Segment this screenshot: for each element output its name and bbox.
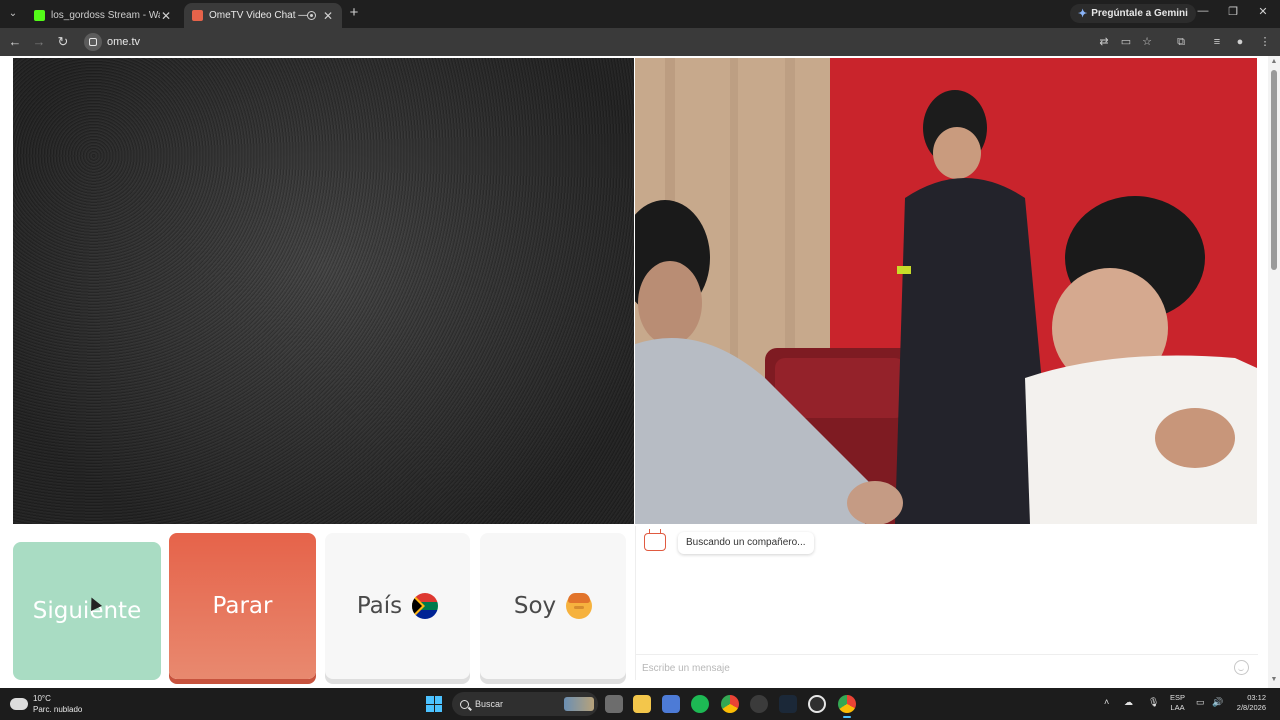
cast-icon[interactable]: ▭ — [1118, 34, 1134, 50]
partner-video-scene — [635, 58, 1257, 524]
chat-status-message: Buscando un compañero... — [678, 532, 814, 554]
stop-button-label: Parar — [212, 593, 273, 619]
address-bar[interactable]: ome.tv — [80, 31, 1170, 53]
weather-widget[interactable]: 10°C Parc. nublado — [10, 693, 82, 715]
stop-button[interactable]: Parar — [169, 533, 316, 679]
steam-icon[interactable] — [779, 695, 797, 713]
emoji-smile-icon[interactable] — [1234, 660, 1249, 675]
back-arrow-icon[interactable]: ← — [7, 34, 23, 50]
south-africa-flag-icon — [412, 593, 439, 619]
windows-start-icon[interactable] — [426, 696, 442, 712]
translate-icon[interactable]: ⇄ — [1096, 34, 1112, 50]
country-button[interactable]: País — [325, 533, 470, 679]
microphone-icon[interactable]: 🎙 — [1148, 697, 1159, 708]
app-ring-icon[interactable] — [808, 695, 826, 713]
task-view-icon[interactable] — [605, 695, 623, 713]
tab-ometv[interactable]: OmeTV Video Chat — OmeTV ✕ — [184, 3, 342, 28]
ometv-favicon-icon — [192, 10, 203, 21]
clock-date: 2/8/2026 — [1236, 703, 1266, 712]
gender-button-label: Soy — [513, 593, 557, 619]
new-tab-plus-icon[interactable]: + — [346, 5, 362, 21]
chat-input-row — [636, 654, 1258, 680]
close-tab-icon[interactable]: ✕ — [322, 9, 334, 23]
bookmark-star-icon[interactable]: ☆ — [1139, 34, 1155, 50]
lang-line2: LAA — [1170, 703, 1185, 712]
microsoft-store-icon[interactable] — [662, 695, 680, 713]
clock-time: 03:12 — [1247, 693, 1266, 702]
ometv-page: Siguiente Parar País Soy Buscando un com… — [0, 56, 1280, 688]
browser-tabstrip: ⌄ los_gordoss Stream - Watch Live ✕ OmeT… — [0, 0, 1280, 28]
gemini-sparkle-icon: ✦ — [1078, 8, 1088, 20]
scroll-down-arrow-icon[interactable]: ▼ — [1270, 676, 1278, 683]
chat-message-input[interactable] — [642, 659, 1222, 677]
partly-cloudy-icon — [10, 693, 28, 710]
partner-video — [635, 58, 1257, 524]
menu-kebab-icon[interactable]: ⋮ — [1257, 34, 1273, 50]
extensions-icon[interactable]: ⧉ — [1173, 34, 1189, 50]
weather-desc: Parc. nublado — [33, 705, 83, 714]
tab-title: OmeTV Video Chat — OmeTV — [209, 10, 307, 21]
minimize-icon[interactable]: — — [1195, 5, 1211, 17]
next-button[interactable]: Siguiente — [13, 542, 161, 680]
obs-icon[interactable] — [750, 695, 768, 713]
gemini-label: Pregúntale a Gemini — [1091, 8, 1188, 19]
restore-icon[interactable]: ❐ — [1225, 5, 1241, 18]
scroll-up-arrow-icon[interactable]: ▲ — [1270, 58, 1278, 65]
tab-kick-stream[interactable]: los_gordoss Stream - Watch Live ✕ — [26, 3, 180, 28]
spotify-icon[interactable] — [691, 695, 709, 713]
gemini-button[interactable]: ✦ Pregúntale a Gemini — [1070, 4, 1196, 23]
search-label: Buscar — [475, 699, 504, 709]
browser-toolbar: ← → ↻ ome.tv ⇄ ▭ ☆ ⧉ ≡ ● ⋮ — [0, 28, 1280, 56]
reload-icon[interactable]: ↻ — [55, 34, 71, 50]
scrollbar-thumb[interactable] — [1271, 70, 1277, 270]
url-text: ome.tv — [107, 36, 141, 48]
kick-favicon-icon — [34, 10, 45, 21]
chat-panel: Buscando un compañero... — [635, 526, 1258, 680]
close-window-icon[interactable]: ✕ — [1255, 5, 1271, 18]
tray-chevron-up-icon[interactable]: ˄ — [1104, 697, 1109, 707]
file-explorer-icon[interactable] — [633, 695, 651, 713]
gender-button[interactable]: Soy — [480, 533, 626, 679]
page-scrollbar[interactable]: ▲ ▼ — [1268, 56, 1280, 688]
taskbar-clock[interactable]: 03:12 2/8/2026 — [1230, 693, 1266, 713]
own-video-static — [13, 58, 634, 524]
close-tab-icon[interactable]: ✕ — [160, 9, 172, 23]
recording-indicator-icon — [307, 11, 316, 20]
site-info-icon[interactable] — [84, 33, 102, 51]
country-button-label: País — [356, 593, 403, 619]
tab-search-chevron-icon[interactable]: ⌄ — [4, 5, 22, 23]
onedrive-cloud-icon[interactable]: ☁ — [1124, 697, 1133, 708]
network-icon[interactable]: ▭ — [1196, 697, 1205, 708]
taskbar-search[interactable]: Buscar — [452, 692, 598, 716]
boy-face-icon — [566, 593, 593, 619]
chrome-active-icon[interactable] — [838, 695, 856, 718]
profile-avatar-icon[interactable]: ● — [1232, 34, 1248, 50]
chrome-icon[interactable] — [721, 695, 739, 713]
search-highlight-image — [564, 697, 594, 711]
weather-temp: 10°C — [33, 694, 51, 703]
tab-title: los_gordoss Stream - Watch Live — [51, 10, 160, 21]
forward-arrow-icon[interactable]: → — [31, 34, 47, 50]
search-icon — [460, 699, 469, 709]
volume-icon[interactable]: 🔊 — [1212, 697, 1223, 708]
language-indicator[interactable]: ESP LAA — [1170, 693, 1185, 713]
reading-list-icon[interactable]: ≡ — [1209, 34, 1225, 50]
ometv-logo-icon — [644, 533, 666, 551]
windows-taskbar: 10°C Parc. nublado Buscar ˄ ☁ 🎙 ESP LAA … — [0, 688, 1280, 720]
lang-line1: ESP — [1170, 693, 1186, 702]
